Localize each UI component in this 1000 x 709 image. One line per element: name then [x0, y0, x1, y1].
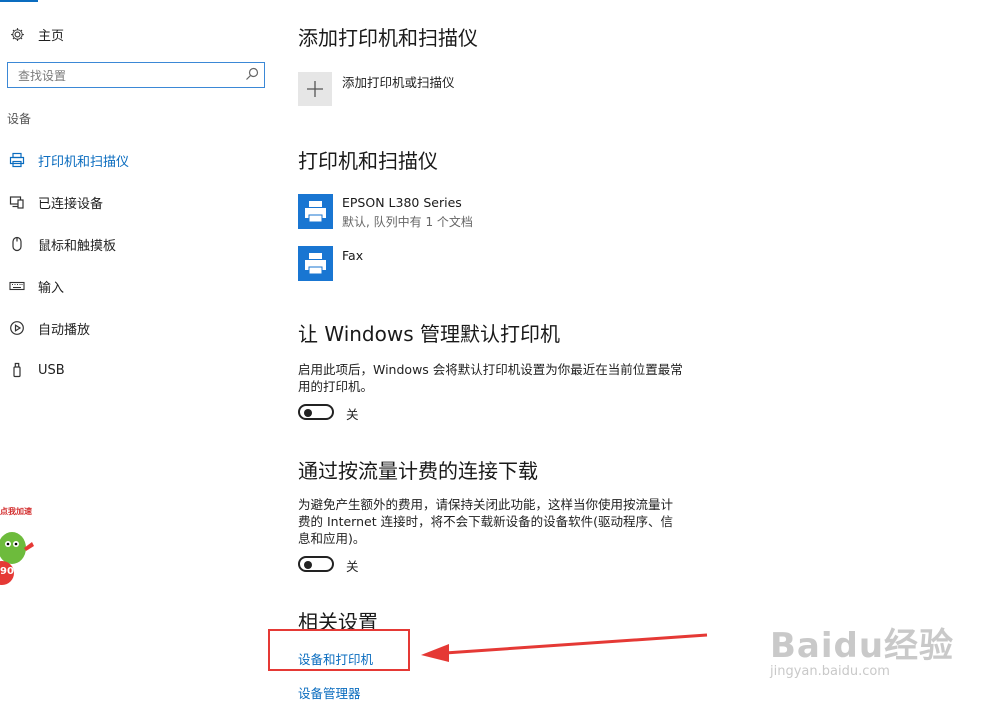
- badge-number: 90: [0, 566, 14, 577]
- badge-mascot-icon: [0, 532, 34, 585]
- add-printer-label[interactable]: 添加打印机或扫描仪: [342, 72, 455, 91]
- toggle-knob: [304, 409, 312, 417]
- sidebar-item-typing[interactable]: 输入: [8, 275, 64, 297]
- printer-icon: [298, 194, 333, 229]
- badge-label: 点我加速: [0, 507, 32, 516]
- baidu-watermark-logo: Baidu经验: [770, 626, 955, 666]
- sidebar-item-autoplay[interactable]: 自动播放: [8, 317, 90, 339]
- sidebar-home[interactable]: 主页: [8, 23, 64, 45]
- search-icon[interactable]: [244, 66, 260, 82]
- manage-default-heading: 让 Windows 管理默认打印机: [298, 322, 560, 346]
- printer-icon: [298, 246, 333, 281]
- sidebar-item-label: 鼠标和触摸板: [38, 238, 117, 254]
- sidebar-item-label: USB: [38, 362, 65, 378]
- annotation-highlight-box: [268, 629, 410, 671]
- search-input[interactable]: 查找设置: [18, 67, 66, 84]
- sidebar-item-usb[interactable]: USB: [8, 359, 65, 381]
- usb-icon: [8, 361, 26, 379]
- sidebar-item-printers[interactable]: 打印机和扫描仪: [8, 149, 129, 171]
- keyboard-icon: [8, 277, 26, 295]
- metered-description: 为避免产生额外的费用，请保持关闭此功能，这样当你使用按流量计费的 Interne…: [298, 497, 674, 546]
- mouse-icon: [8, 235, 26, 253]
- sidebar-item-label: 已连接设备: [38, 196, 104, 212]
- manage-default-toggle-state: 关: [346, 407, 359, 422]
- sidebar-item-label: 自动播放: [38, 322, 91, 338]
- gear-icon: [8, 25, 26, 43]
- manage-default-description: 启用此项后，Windows 会将默认打印机设置为你最近在当前位置最常用的打印机。: [298, 362, 683, 394]
- autoplay-icon: [8, 319, 26, 337]
- annotation-arrow: [421, 633, 708, 662]
- plus-icon: [307, 81, 323, 97]
- add-printers-heading: 添加打印机和扫描仪: [298, 26, 478, 50]
- window-accent-strip: [0, 0, 38, 2]
- printers-heading: 打印机和扫描仪: [298, 149, 438, 173]
- sidebar-item-label: 打印机和扫描仪: [38, 154, 130, 170]
- sidebar-home-label: 主页: [38, 28, 65, 44]
- printer-icon: [8, 151, 26, 169]
- baidu-watermark-url: jingyan.baidu.com: [770, 664, 890, 679]
- connected-devices-icon: [8, 193, 26, 211]
- manage-default-toggle[interactable]: [298, 404, 334, 420]
- metered-toggle[interactable]: [298, 556, 334, 572]
- printer-name: EPSON L380 Series: [342, 195, 462, 210]
- accelerate-badge[interactable]: 点我加速 90: [0, 506, 38, 592]
- sidebar-item-mouse[interactable]: 鼠标和触摸板: [8, 233, 116, 255]
- printer-status: 默认, 队列中有 1 个文档: [342, 215, 473, 229]
- settings-search[interactable]: 查找设置: [7, 62, 265, 88]
- add-printer-button[interactable]: [298, 72, 332, 106]
- sidebar-section-label: 设备: [7, 112, 32, 126]
- metered-toggle-state: 关: [346, 559, 359, 574]
- toggle-knob: [304, 561, 312, 569]
- device-manager-link[interactable]: 设备管理器: [298, 683, 361, 702]
- printer-name: Fax: [342, 248, 364, 263]
- sidebar-item-label: 输入: [38, 280, 65, 296]
- metered-heading: 通过按流量计费的连接下载: [298, 459, 538, 483]
- sidebar-item-connected-devices[interactable]: 已连接设备: [8, 191, 103, 213]
